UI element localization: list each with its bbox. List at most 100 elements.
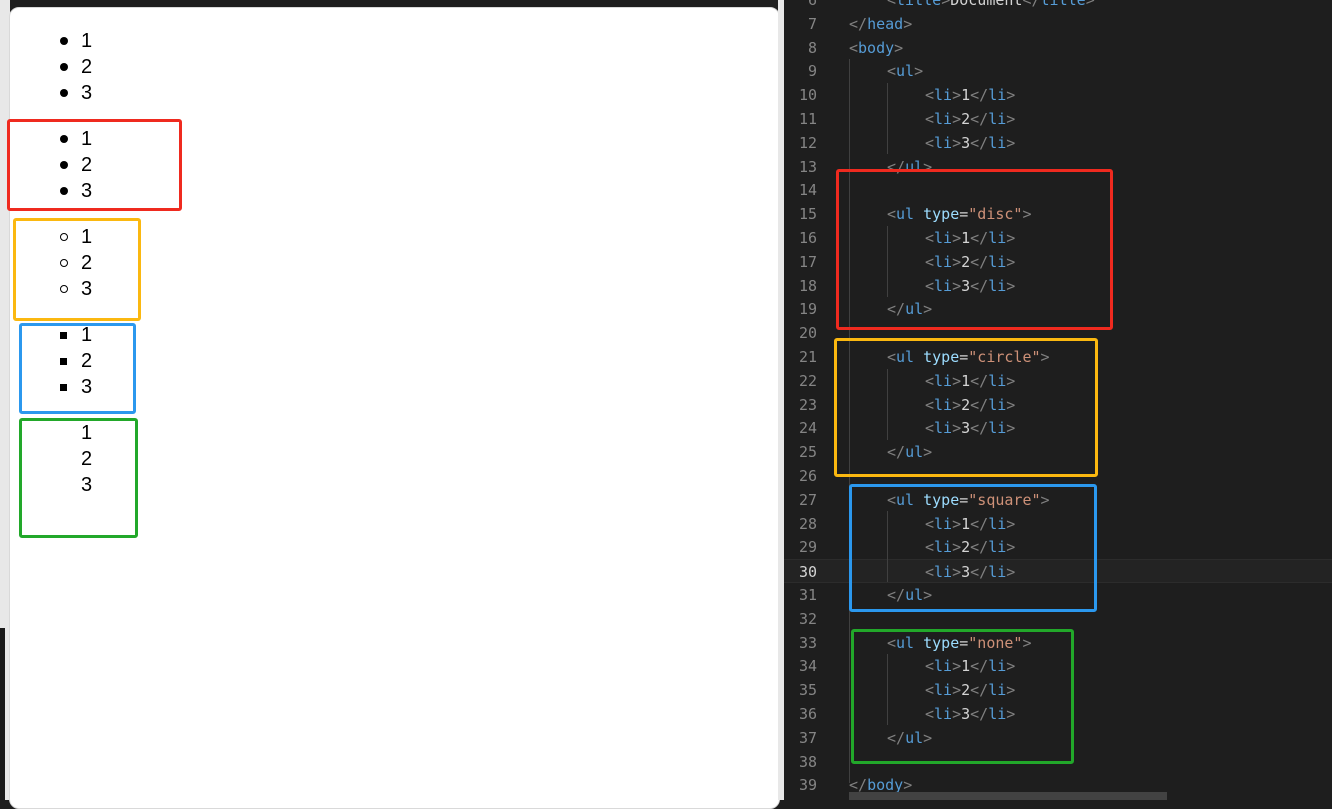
code-token: > (894, 38, 904, 57)
code-token: > (941, 0, 951, 9)
code-token: < (925, 133, 935, 152)
line-number: 35 (798, 681, 817, 700)
line-number: 28 (798, 514, 817, 533)
line-number: 21 (798, 348, 817, 366)
line-number: 30 (798, 563, 817, 582)
horizontal-scrollbar[interactable] (849, 792, 1167, 800)
list-item-text: 3 (81, 82, 93, 104)
highlight-square-code (849, 484, 1097, 612)
code-token: 1 (961, 86, 971, 105)
code-token: </ (849, 14, 868, 33)
line-number: 10 (798, 86, 817, 105)
code-line[interactable]: 7 </head> (784, 12, 1332, 36)
code-token: Document (950, 0, 1023, 9)
line-number: 23 (798, 395, 817, 414)
code-token: head (867, 14, 904, 33)
code-token: > (1006, 133, 1016, 152)
code-token: li (934, 133, 953, 152)
code-line[interactable]: 12 <li>3</li> (784, 131, 1332, 155)
code-line[interactable]: 11 <li>2</li> (784, 107, 1332, 131)
list-item: 3 (60, 80, 93, 106)
line-number: 13 (798, 157, 817, 176)
code-text: <title>Document</title> (887, 0, 1095, 12)
line-number: 36 (798, 705, 817, 723)
line-number: 33 (798, 633, 817, 652)
line-number: 9 (807, 62, 817, 81)
line-number: 19 (798, 300, 817, 319)
code-token: > (1006, 86, 1016, 105)
code-token: title (896, 0, 942, 9)
code-text: <li>2</li> (925, 107, 1015, 131)
line-number: 12 (798, 133, 817, 152)
list-item-text: 1 (81, 30, 93, 52)
code-token: < (887, 62, 897, 81)
code-token: </ (1022, 0, 1041, 9)
line-number: 27 (798, 490, 817, 509)
line-number: 7 (807, 14, 817, 33)
code-token: > (952, 110, 962, 128)
line-number: 31 (798, 586, 817, 604)
code-text: <body> (849, 36, 903, 60)
code-token: </ (970, 133, 989, 152)
code-token: < (925, 86, 935, 105)
code-token: ul (896, 62, 915, 81)
code-token: > (952, 86, 962, 105)
line-number: 39 (798, 776, 817, 795)
line-number: 17 (798, 252, 817, 271)
code-token: </ (970, 86, 989, 105)
disc-bullet-icon (60, 37, 68, 45)
line-number: 20 (798, 324, 817, 343)
highlight-none-code (851, 629, 1074, 764)
code-text: <li>1</li> (925, 83, 1015, 107)
code-token: li (934, 110, 953, 128)
code-token: < (849, 38, 859, 57)
highlight-disc-preview (7, 119, 182, 211)
code-token: > (1006, 110, 1016, 128)
code-token: li (988, 133, 1007, 152)
line-number: 25 (798, 443, 817, 462)
code-token: > (903, 14, 913, 33)
indent-guide-ul-1 (887, 83, 888, 154)
line-number: 22 (798, 371, 817, 390)
code-token: < (887, 0, 897, 9)
line-number: 38 (798, 752, 817, 771)
line-number: 24 (798, 419, 817, 438)
disc-bullet-icon (60, 89, 68, 97)
list-default: 1 2 3 (60, 28, 93, 106)
line-number: 14 (798, 181, 817, 200)
highlight-square-preview (19, 323, 136, 414)
code-line[interactable]: 10 <li>1</li> (784, 83, 1332, 107)
highlight-circle-preview (13, 218, 141, 321)
list-item: 1 (60, 28, 93, 54)
highlight-circle-code (834, 338, 1098, 477)
list-item: 2 (60, 54, 92, 80)
code-token: > (914, 62, 924, 81)
line-number: 18 (798, 276, 817, 295)
code-token: 2 (961, 110, 971, 128)
code-token: 3 (961, 133, 971, 152)
line-number: 11 (798, 110, 817, 128)
taskbar-edge (0, 628, 5, 800)
code-text: </head> (849, 12, 912, 36)
code-line[interactable]: 6 <title>Document</title> (784, 0, 1332, 12)
code-line[interactable]: 8 <body> (784, 36, 1332, 60)
line-number: 16 (798, 229, 817, 247)
code-line[interactable]: 9 <ul> (784, 59, 1332, 83)
highlight-disc-code (836, 169, 1113, 330)
code-token: li (988, 110, 1007, 128)
line-number: 6 (807, 0, 817, 9)
code-token: body (858, 38, 895, 57)
code-token: > (952, 133, 962, 152)
code-token: > (1085, 0, 1095, 9)
disc-bullet-icon (60, 63, 68, 71)
code-token: li (988, 86, 1007, 105)
code-text: <ul> (887, 59, 923, 83)
line-number: 15 (798, 205, 817, 224)
line-number: 26 (798, 467, 817, 485)
code-token: </ (970, 110, 989, 128)
line-number: 37 (798, 728, 817, 747)
line-number: 29 (798, 538, 817, 557)
code-text: <li>3</li> (925, 131, 1015, 155)
line-number: 34 (798, 657, 817, 676)
highlight-none-preview (19, 418, 138, 538)
